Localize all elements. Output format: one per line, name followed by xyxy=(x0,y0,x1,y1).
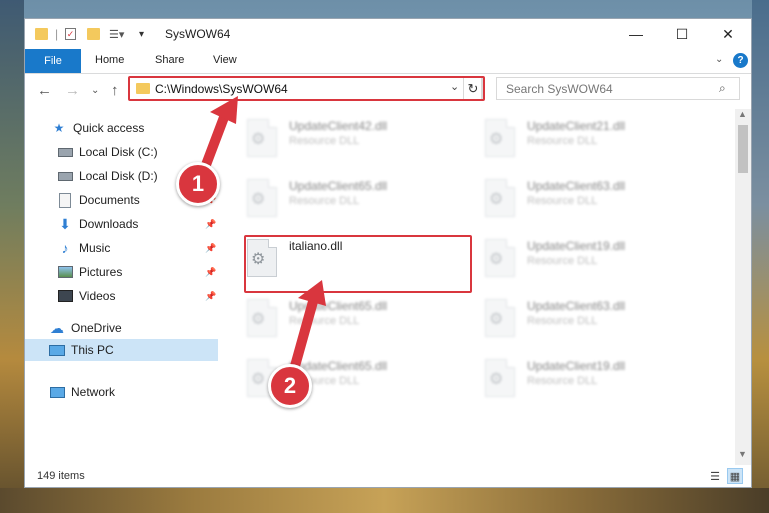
back-arrow-icon[interactable]: ← xyxy=(37,82,52,99)
nav-network[interactable]: Network xyxy=(49,381,115,403)
desktop-background-bottom xyxy=(0,488,769,513)
documents-icon xyxy=(57,192,73,208)
large-icons-view-icon[interactable]: ▦ xyxy=(727,468,743,484)
pin-icon[interactable]: 📌 xyxy=(205,243,216,254)
scroll-up-icon[interactable]: ▲ xyxy=(738,109,747,119)
navigation-bar: ← → ⌄ ↑ C:\Windows\SysWOW64 ⌄ ↻ Search S… xyxy=(25,74,751,108)
scrollbar-thumb[interactable] xyxy=(738,125,748,173)
gear-icon: ⚙ xyxy=(489,131,504,148)
desktop-background-right xyxy=(752,0,769,513)
nav-local-disk-d[interactable]: Local Disk (D:) xyxy=(57,165,158,187)
gear-icon: ⚙ xyxy=(489,251,504,268)
cloud-icon: ☁ xyxy=(50,319,64,336)
address-highlight-box xyxy=(128,76,485,101)
window-title: SysWOW64 xyxy=(165,27,231,41)
nav-videos[interactable]: Videos xyxy=(57,285,115,307)
step-marker-2: 2 xyxy=(268,364,312,408)
pin-icon[interactable]: 📌 xyxy=(205,291,216,302)
title-bar: | ✓ ☰▾ ▾ SysWOW64 — ☐ ✕ xyxy=(25,19,751,49)
file-tile[interactable]: ⚙ UpdateClient19.dll Resource DLL xyxy=(483,353,683,403)
nav-local-disk-c[interactable]: Local Disk (C:) xyxy=(57,141,158,163)
search-placeholder: Search SysWOW64 xyxy=(506,82,613,96)
forward-arrow-icon[interactable]: → xyxy=(65,82,80,99)
videos-icon xyxy=(57,288,73,304)
file-tile[interactable]: ⚙ UpdateClient65.dll Resource DLL xyxy=(245,173,445,223)
file-tile[interactable]: ⚙ UpdateClient42.dll Resource DLL xyxy=(245,113,445,163)
gear-icon: ⚙ xyxy=(489,371,504,388)
search-icon: ⌕ xyxy=(719,81,726,95)
network-icon xyxy=(49,384,65,400)
search-input[interactable]: Search SysWOW64 ⌕ xyxy=(496,77,740,100)
file-tile[interactable]: ⚙ UpdateClient65.dll Resource DLL xyxy=(245,293,445,343)
nav-documents[interactable]: Documents xyxy=(57,189,140,211)
file-tile[interactable]: ⚙ UpdateClient63.dll Resource DLL xyxy=(483,293,683,343)
status-bar: 149 items ☰ ▦ xyxy=(25,465,751,487)
scroll-down-icon[interactable]: ▼ xyxy=(738,449,747,459)
tab-share[interactable]: Share xyxy=(155,54,184,66)
file-tile[interactable]: ⚙ UpdateClient19.dll Resource DLL xyxy=(483,233,683,283)
close-button[interactable]: ✕ xyxy=(705,19,751,49)
nav-this-pc[interactable]: This PC xyxy=(49,339,114,361)
customize-toolbar-icon[interactable]: ☰▾ xyxy=(109,26,124,42)
gear-icon: ⚙ xyxy=(251,131,266,148)
new-folder-icon[interactable] xyxy=(87,26,100,42)
ribbon-tabs: File Home Share View ⌄ ? xyxy=(25,49,751,74)
nav-downloads[interactable]: ⬇ Downloads xyxy=(57,213,138,235)
toolbar-separator: | xyxy=(55,27,59,41)
pictures-icon xyxy=(57,264,73,280)
pin-icon[interactable]: 📌 xyxy=(205,267,216,278)
item-count: 149 items xyxy=(37,470,85,482)
gear-icon: ⚙ xyxy=(251,191,266,208)
up-arrow-icon[interactable]: ↑ xyxy=(111,82,119,99)
help-button[interactable]: ? xyxy=(733,53,748,68)
downloads-icon: ⬇ xyxy=(59,215,71,232)
tab-view[interactable]: View xyxy=(213,54,237,66)
nav-pictures[interactable]: Pictures xyxy=(57,261,122,283)
minimize-button[interactable]: — xyxy=(613,19,659,49)
gear-icon: ⚙ xyxy=(251,371,266,388)
navigation-pane: ★ Quick access Local Disk (C:) Local Dis… xyxy=(25,109,218,465)
file-explorer-window: | ✓ ☰▾ ▾ SysWOW64 — ☐ ✕ File Home Share … xyxy=(24,18,752,488)
details-view-icon[interactable]: ☰ xyxy=(707,468,723,484)
file-highlight-box xyxy=(244,235,472,293)
gear-icon: ⚙ xyxy=(251,311,266,328)
expand-ribbon-icon[interactable]: ⌄ xyxy=(715,54,723,65)
file-tile[interactable]: ⚙ UpdateClient21.dll Resource DLL xyxy=(483,113,683,163)
star-icon: ★ xyxy=(53,121,65,135)
vertical-scrollbar[interactable]: ▲ ▼ xyxy=(735,109,751,465)
step-marker-1: 1 xyxy=(176,162,220,206)
drive-icon xyxy=(57,168,73,184)
tab-home[interactable]: Home xyxy=(95,54,124,66)
tab-file[interactable]: File xyxy=(25,49,81,73)
nav-quick-access[interactable]: ★ Quick access xyxy=(51,117,145,139)
customize-dropdown-icon[interactable]: ▾ xyxy=(139,26,144,42)
pin-icon[interactable]: 📌 xyxy=(205,219,216,230)
gear-icon: ⚙ xyxy=(489,191,504,208)
recent-locations-chevron-icon[interactable]: ⌄ xyxy=(91,85,99,96)
gear-icon: ⚙ xyxy=(489,311,504,328)
quick-access-folder-icon[interactable] xyxy=(35,26,48,42)
nav-onedrive[interactable]: ☁ OneDrive xyxy=(49,317,122,339)
music-icon: ♪ xyxy=(61,240,69,256)
properties-icon[interactable]: ✓ xyxy=(65,26,76,42)
desktop-background-left xyxy=(0,0,24,513)
drive-icon xyxy=(57,144,73,160)
computer-icon xyxy=(49,342,65,358)
file-tile[interactable]: ⚙ UpdateClient63.dll Resource DLL xyxy=(483,173,683,223)
nav-music[interactable]: ♪ Music xyxy=(57,237,111,259)
maximize-button[interactable]: ☐ xyxy=(659,19,705,49)
